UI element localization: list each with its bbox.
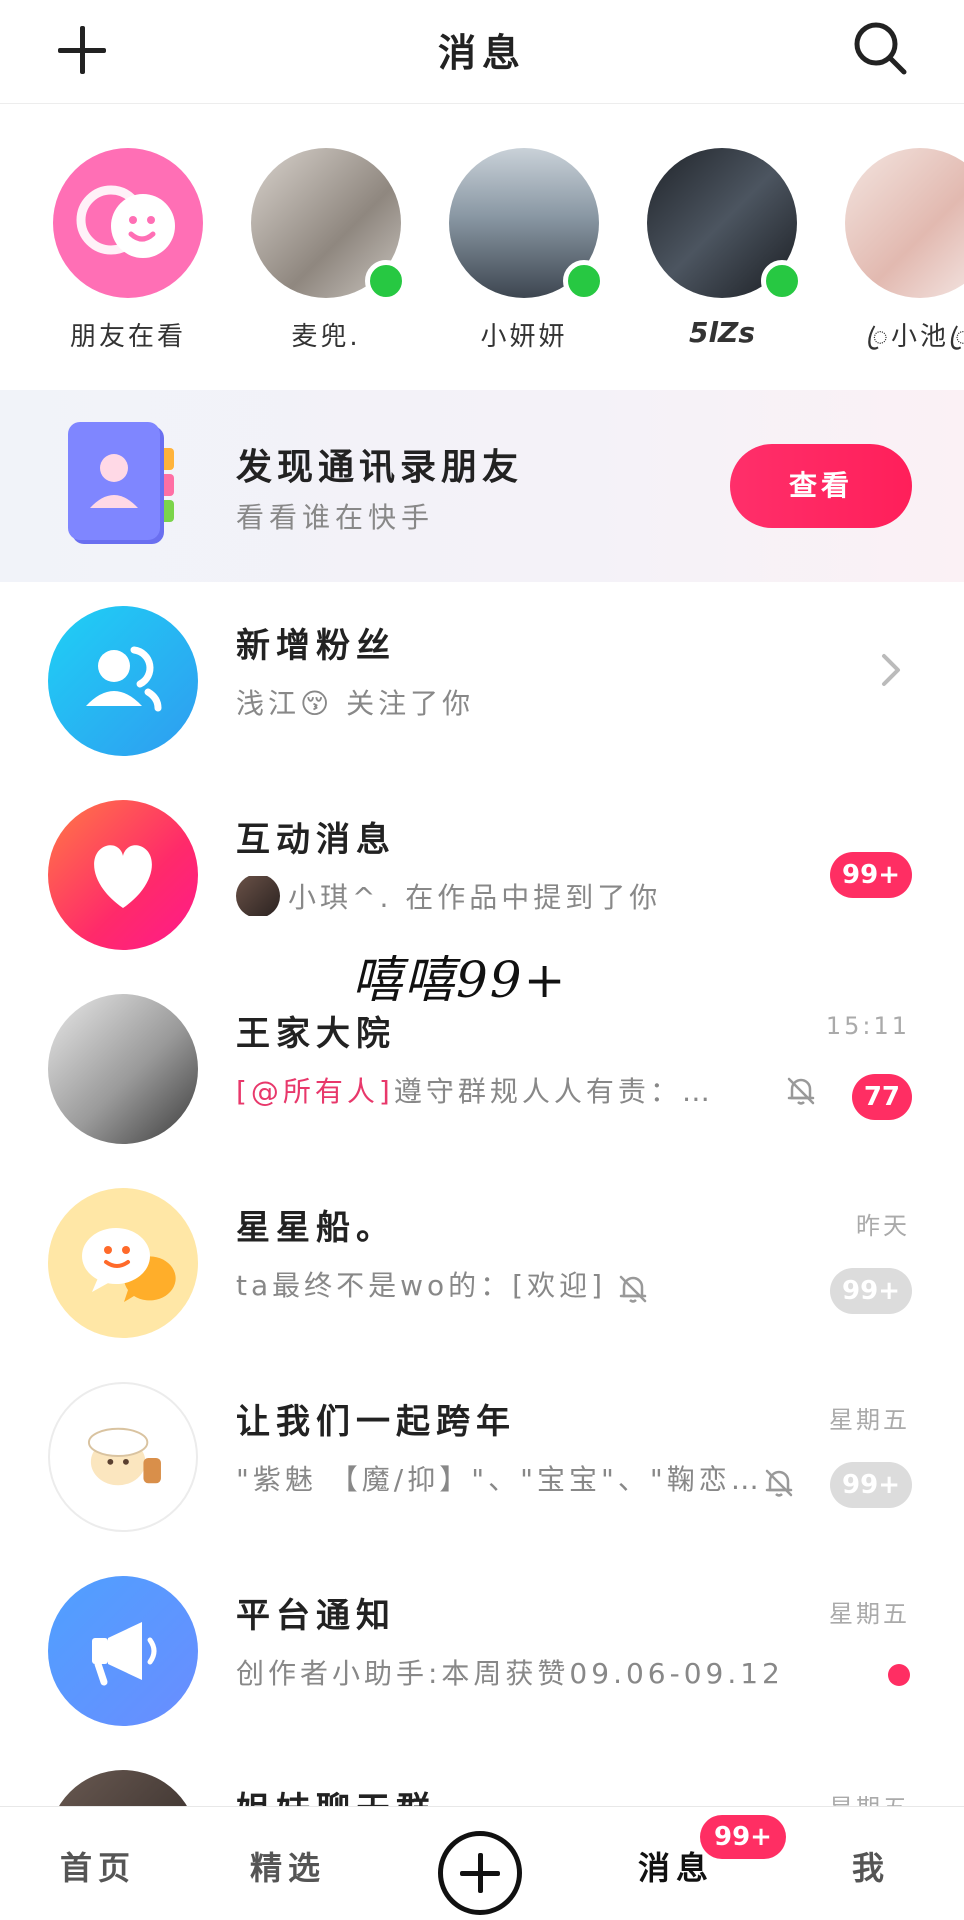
story-friends-watching[interactable]: 朋友在看 [43, 148, 213, 353]
messages-badge: 99+ [700, 1815, 786, 1859]
row-preview: 创作者小助手:本周获赞09.06-09.12 [236, 1657, 784, 1690]
search-icon[interactable] [852, 20, 908, 76]
online-indicator [761, 260, 803, 302]
nav-featured[interactable]: 精选 [250, 1843, 326, 1889]
followers-icon [48, 606, 198, 756]
row-name: 互动消息 [236, 820, 396, 860]
message-row-group[interactable]: 星星船。 昨天 ta最终不是wo的：[欢迎] 99+ [0, 1168, 964, 1358]
story-name: 小妍妍 [480, 322, 568, 352]
online-indicator [563, 260, 605, 302]
message-row-group[interactable]: 王家大院 15:11 [@所有人]遵守群规人人有责：… 77 [0, 974, 964, 1164]
chevron-right-icon [882, 654, 900, 686]
megaphone-icon [48, 1576, 198, 1726]
story-user[interactable]: ꦿ小池ꦿ [835, 148, 964, 369]
nav-home[interactable]: 首页 [60, 1843, 136, 1889]
mute-bell-icon [765, 1469, 793, 1497]
row-preview: 小琪^. 在作品中提到了你 [236, 876, 661, 916]
row-time: 星期五 [829, 1600, 910, 1628]
friends-watching-icon [53, 148, 203, 298]
story-name: 5lZs [688, 316, 756, 349]
story-name: 麦兜. [291, 322, 361, 352]
avatar [48, 1382, 198, 1532]
banner-title: 发现通讯录朋友 [236, 447, 524, 488]
bottom-nav: 首页 精选 消息 99+ 我 [0, 1806, 964, 1920]
row-preview: [@所有人]遵守群规人人有责：… [236, 1070, 714, 1110]
create-icon[interactable] [438, 1831, 522, 1915]
unread-badge: 99+ [830, 852, 912, 898]
banner-subtitle: 看看谁在快手 [236, 501, 435, 534]
online-indicator [365, 260, 407, 302]
mention-all: [@所有人] [236, 1075, 394, 1108]
chat-bubble-icon [48, 1188, 198, 1338]
row-name: 星星船。 [236, 1208, 396, 1248]
story-name: 朋友在看 [69, 322, 186, 352]
story-user[interactable]: 麦兜. [241, 148, 411, 353]
row-preview: ta最终不是wo的：[欢迎] [236, 1269, 607, 1302]
row-preview: 浅江😚 关注了你 [236, 687, 475, 720]
message-row-new-followers[interactable]: 新增粉丝 浅江😚 关注了你 [0, 586, 964, 776]
unread-badge: 99+ [830, 1462, 912, 1508]
unread-badge: 77 [851, 1074, 912, 1120]
page-title: 消息 [437, 31, 526, 75]
story-user[interactable]: 5lZs [637, 148, 807, 349]
row-name: 让我们一起跨年 [236, 1402, 516, 1442]
unread-badge: 99+ [830, 1268, 912, 1314]
row-name: 王家大院 [236, 1014, 396, 1054]
contacts-banner[interactable]: 发现通讯录朋友 看看谁在快手 查看 [0, 390, 964, 582]
nav-me[interactable]: 我 [852, 1843, 890, 1889]
heart-icon [48, 800, 198, 950]
row-name: 平台通知 [236, 1596, 396, 1636]
message-row-platform-notice[interactable]: 平台通知 星期五 创作者小助手:本周获赞09.06-09.12 [0, 1556, 964, 1746]
contacts-book-icon [68, 422, 174, 544]
story-name: ꦿ小池ꦿ [866, 322, 964, 352]
row-preview-text: 遵守群规人人有责：… [393, 1075, 714, 1108]
nav-messages[interactable]: 消息 [638, 1843, 714, 1889]
row-preview: "紫魅 【魔/抑】"、"宝宝"、"鞠恋… [236, 1463, 756, 1496]
avatar [236, 876, 280, 916]
mute-bell-icon [787, 1077, 815, 1105]
mute-bell-icon [619, 1275, 647, 1303]
view-contacts-button[interactable]: 查看 [730, 444, 912, 528]
avatar [48, 994, 198, 1144]
row-time: 15:11 [825, 1012, 910, 1040]
avatar [845, 148, 964, 298]
row-name: 新增粉丝 [236, 626, 396, 666]
row-time: 星期五 [829, 1406, 910, 1434]
row-time: 昨天 [856, 1212, 910, 1240]
stories-strip: 朋友在看 麦兜. 小妍妍 5lZs ꦿ小池ꦿ [0, 104, 964, 384]
story-user[interactable]: 小妍妍 [439, 148, 609, 353]
row-preview-text: 小琪^. 在作品中提到了你 [288, 881, 662, 914]
message-row-group[interactable]: 让我们一起跨年 星期五 "紫魅 【魔/抑】"、"宝宝"、"鞠恋… 99+ [0, 1362, 964, 1552]
messages-page: 消息 朋友在看 麦兜. 小妍妍 5lZs ꦿ小池ꦿ 发现通讯录朋友 看看谁在快手… [0, 0, 964, 1920]
unread-dot [888, 1664, 910, 1686]
header: 消息 [0, 0, 964, 104]
